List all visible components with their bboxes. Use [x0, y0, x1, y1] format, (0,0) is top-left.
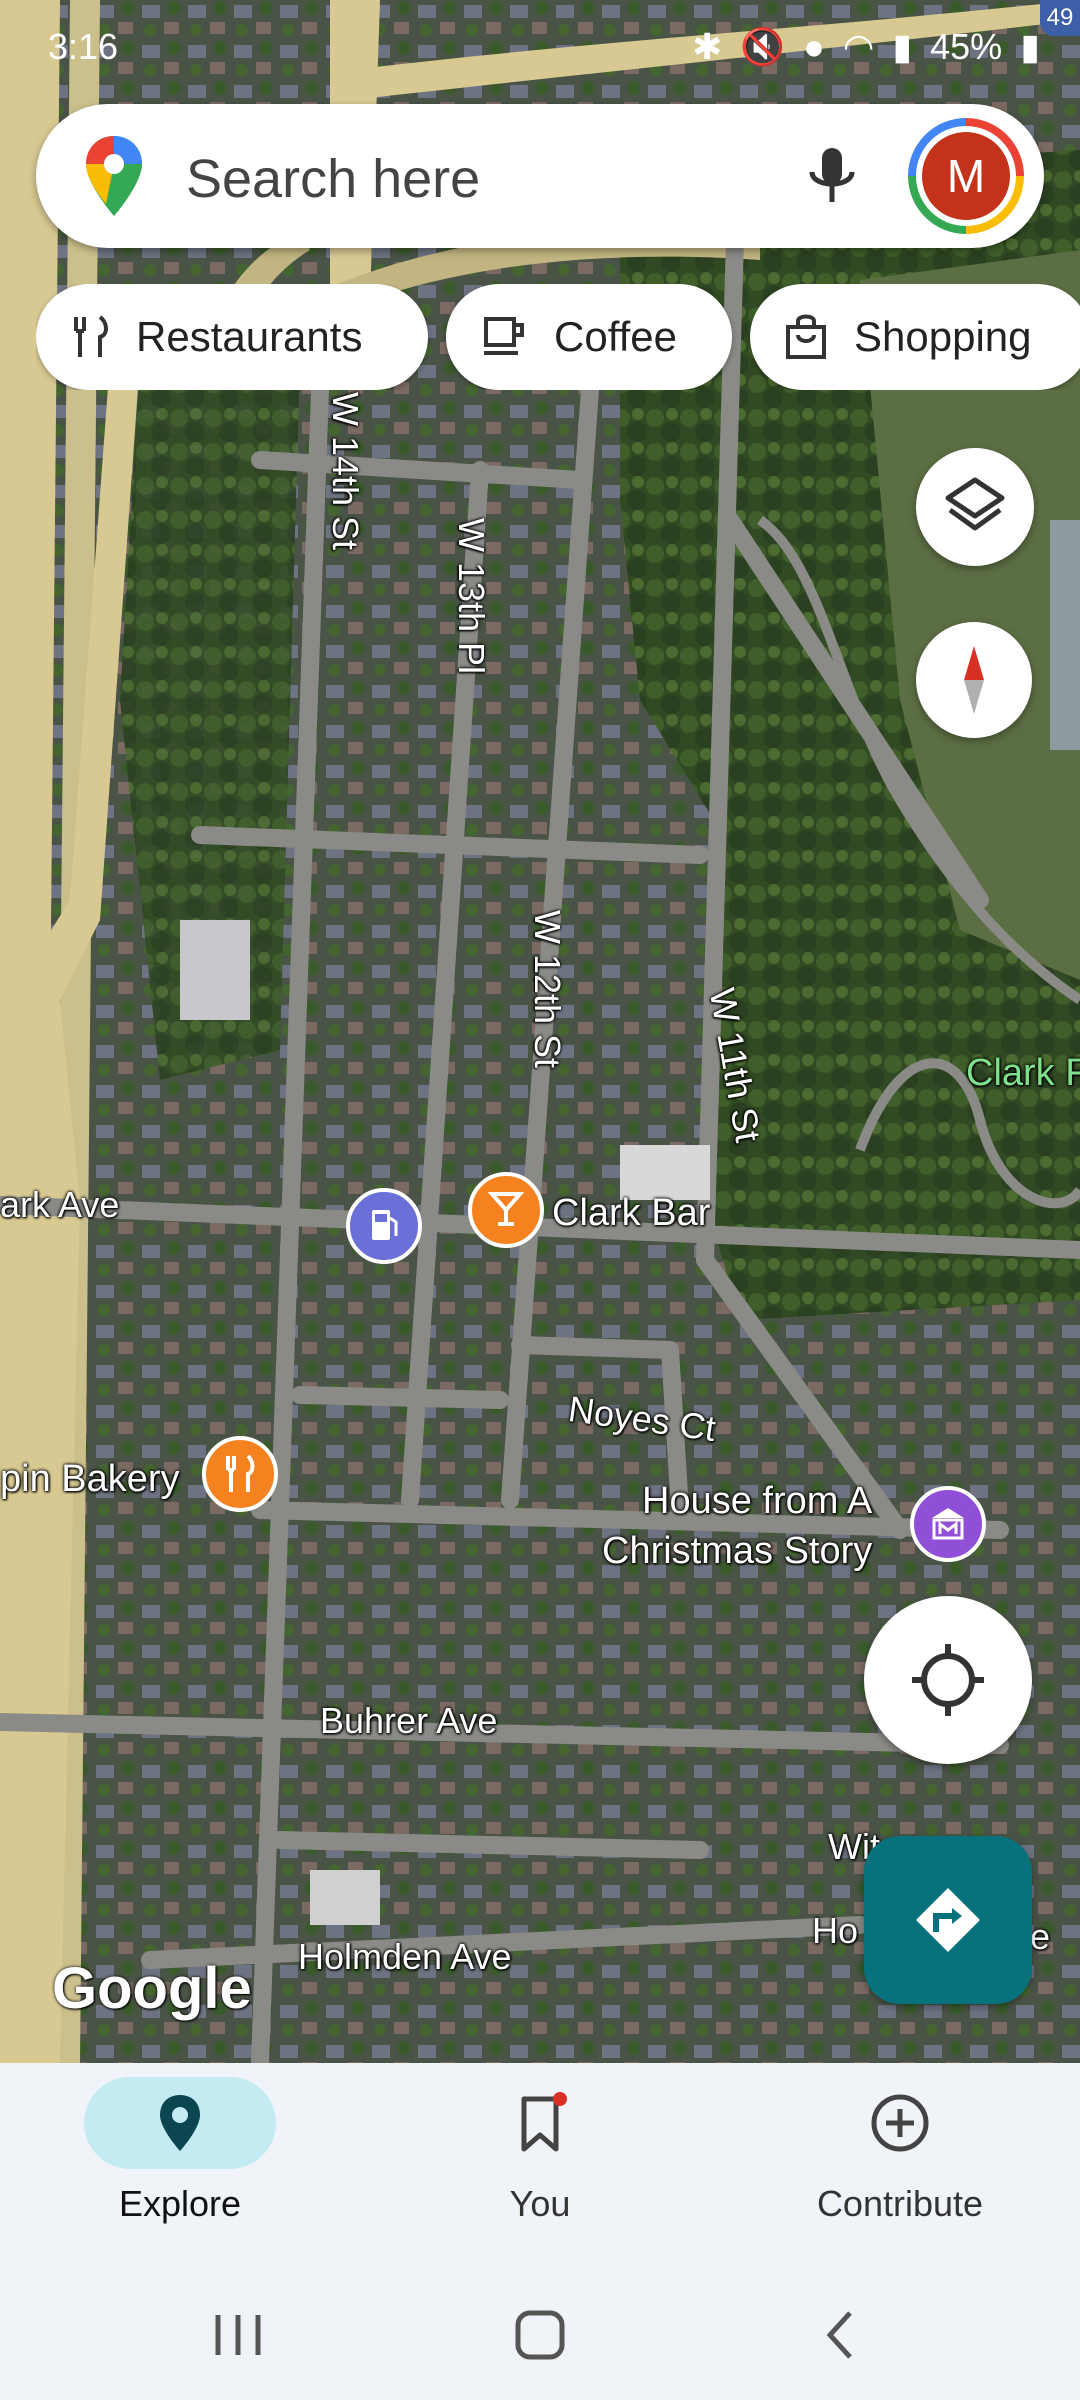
bottom-navigation: Explore You Contribute	[0, 2063, 1080, 2273]
bookmark-icon	[521, 2092, 567, 2152]
microphone-icon[interactable]	[796, 140, 868, 212]
add-circle-icon	[871, 2094, 929, 2152]
street-label-w14: W 14th St	[325, 392, 366, 551]
home-icon[interactable]	[500, 2303, 580, 2367]
wifi-icon: ◠	[842, 26, 875, 67]
google-maps-pin-icon	[86, 136, 142, 216]
system-navigation-bar	[0, 2273, 1080, 2400]
chip-restaurants[interactable]: Restaurants	[36, 284, 428, 390]
directions-button[interactable]	[864, 1836, 1032, 2004]
street-label-w13pl: W 13th Pl	[451, 518, 492, 675]
crosshair-icon	[912, 1644, 984, 1716]
poi-label-christmas-story-1[interactable]: House from A	[642, 1480, 872, 1523]
poi-label-christmas-story-2[interactable]: Christmas Story	[602, 1530, 872, 1573]
restaurant-marker[interactable]	[202, 1436, 278, 1512]
status-icons: ✱ 🔇 ● ◠ ▮ 45% ▮	[692, 26, 1040, 68]
search-input[interactable]: Search here	[186, 148, 480, 210]
gas-pump-icon	[372, 1210, 398, 1240]
chip-coffee[interactable]: Coffee	[446, 284, 732, 390]
account-avatar[interactable]: M	[908, 118, 1024, 234]
street-label-hol-end: e	[1030, 1916, 1051, 1957]
street-label-buhrer: Buhrer Ave	[320, 1700, 498, 1741]
category-chips: Restaurants Coffee Shopping	[36, 284, 1080, 390]
compass-button[interactable]	[916, 622, 1032, 738]
bar-marker[interactable]	[468, 1172, 544, 1248]
maps-app: W 14th St W 13th Pl W 12th St W 11th St …	[0, 0, 1080, 2400]
street-label-w12: W 12th St	[527, 910, 568, 1069]
signal-icon: ▮	[892, 26, 913, 67]
google-attribution: Google	[52, 1956, 252, 2021]
directions-icon	[916, 1888, 980, 1952]
chip-label: Restaurants	[136, 313, 363, 360]
nav-label-contribute: Contribute	[816, 2183, 984, 2224]
layers-icon	[945, 477, 1005, 531]
recent-apps-icon[interactable]	[198, 2303, 278, 2367]
nav-explore[interactable]: Explore	[0, 2063, 360, 2273]
status-bar: 3:16 ✱ 🔇 ● ◠ ▮ 45% ▮	[0, 0, 1080, 96]
back-icon[interactable]	[800, 2303, 880, 2367]
street-label-clark-ave: ark Ave	[0, 1184, 120, 1225]
my-location-button[interactable]	[864, 1596, 1032, 1764]
gas-station-marker[interactable]	[346, 1188, 422, 1264]
nav-label-you: You	[509, 2183, 571, 2224]
status-time: 3:16	[48, 26, 119, 67]
nav-label-explore: Explore	[118, 2183, 242, 2224]
nav-contribute[interactable]: Contribute	[720, 2063, 1080, 2273]
area-label-clark-park: Clark F	[966, 1052, 1080, 1094]
layers-button[interactable]	[916, 448, 1034, 566]
chip-label: Shopping	[854, 313, 1032, 360]
chip-shopping[interactable]: Shopping	[750, 284, 1080, 390]
location-pin-icon	[160, 2095, 200, 2151]
battery-percent: 45%	[930, 26, 1003, 67]
poi-label-bakery[interactable]: pin Bakery	[0, 1458, 180, 1501]
chip-label: Coffee	[554, 313, 677, 360]
interstate-shield-icon: 49	[1040, 0, 1080, 36]
bluetooth-icon: ✱	[692, 26, 723, 67]
fork-knife-icon	[226, 1454, 255, 1492]
street-label-hol-right: Ho	[812, 1910, 859, 1951]
poi-label-clark-bar[interactable]: Clark Bar	[552, 1192, 710, 1235]
location-icon: ●	[803, 26, 825, 67]
avatar-initial: M	[922, 132, 1010, 220]
nav-you[interactable]: You	[360, 2063, 720, 2273]
shopping-bag-icon	[786, 314, 826, 359]
mute-icon: 🔇	[740, 26, 786, 67]
battery-icon: ▮	[1020, 26, 1040, 67]
museum-icon	[932, 1508, 964, 1540]
street-label-holmden: Holmden Ave	[298, 1936, 512, 1977]
fork-knife-icon	[74, 315, 108, 357]
museum-marker[interactable]	[910, 1486, 986, 1562]
cocktail-icon	[487, 1192, 525, 1226]
coffee-cup-icon	[484, 317, 524, 355]
search-bar[interactable]: Search here M	[36, 104, 1044, 248]
compass-icon	[964, 646, 984, 714]
